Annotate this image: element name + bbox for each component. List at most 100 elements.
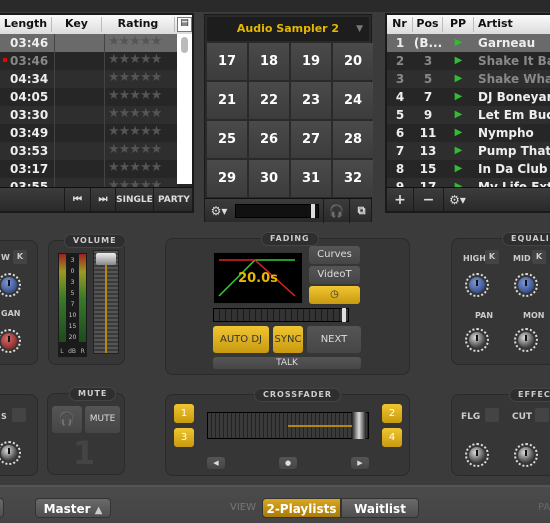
- effect-knob[interactable]: [0, 441, 21, 465]
- table-row[interactable]: 7 13 ▶ Pump That: [387, 142, 550, 160]
- column-nr[interactable]: Nr: [387, 17, 413, 32]
- scrollbar[interactable]: [177, 34, 192, 184]
- deck-4-button[interactable]: 4: [382, 428, 402, 447]
- view-2-playlists-button[interactable]: 2-Playlists: [262, 498, 341, 518]
- column-rating[interactable]: Rating: [102, 17, 175, 32]
- rating-stars[interactable]: ★★★★★: [104, 34, 174, 52]
- sampler-volume-slider[interactable]: [235, 204, 319, 218]
- column-pos[interactable]: Pos: [413, 17, 443, 32]
- play-icon[interactable]: ▶: [443, 73, 474, 84]
- left-cut-button[interactable]: [0, 498, 4, 518]
- skip-previous-icon[interactable]: ⏮: [64, 188, 90, 211]
- popout-icon[interactable]: ⧉: [349, 199, 373, 223]
- rating-stars[interactable]: ★★★★★: [104, 124, 174, 142]
- table-row[interactable]: 04:05 ★★★★★: [0, 88, 177, 106]
- deck-3-button[interactable]: 3: [174, 428, 194, 447]
- party-button[interactable]: PARTY: [153, 188, 192, 211]
- table-row[interactable]: 04:34 ★★★★★: [0, 70, 177, 88]
- mid-knob[interactable]: [514, 273, 538, 297]
- table-row[interactable]: 6 11 ▶ Nympho: [387, 124, 550, 142]
- table-row[interactable]: 03:46 ★★★★★: [0, 34, 177, 52]
- sampler-pad[interactable]: 27: [291, 121, 331, 158]
- deck-1-button[interactable]: 1: [174, 404, 194, 423]
- arrow-right-icon[interactable]: ▶: [351, 457, 369, 469]
- mute-button[interactable]: MUTE: [85, 406, 120, 433]
- rating-stars[interactable]: ★★★★★: [104, 160, 174, 178]
- fader-handle[interactable]: [96, 253, 116, 265]
- deck-2-button[interactable]: 2: [382, 404, 402, 423]
- table-row[interactable]: 03:49 ★★★★★: [0, 124, 177, 142]
- talk-button[interactable]: TALK: [213, 357, 361, 369]
- sampler-title[interactable]: Audio Sampler 2 ▼: [207, 17, 369, 41]
- sampler-pad[interactable]: 28: [333, 121, 373, 158]
- single-button[interactable]: SINGLE: [115, 188, 153, 211]
- table-row[interactable]: 5 9 ▶ Let Em Buck: [387, 106, 550, 124]
- gear-icon[interactable]: ⚙▾: [443, 188, 471, 211]
- rating-stars[interactable]: ★★★★★: [104, 88, 174, 106]
- sampler-pad[interactable]: 22: [249, 82, 289, 119]
- play-icon[interactable]: ▶: [443, 37, 474, 48]
- sampler-pad[interactable]: 21: [207, 82, 247, 119]
- dropdown-arrow-icon[interactable]: ▼: [356, 17, 363, 41]
- column-length[interactable]: Length: [0, 17, 52, 32]
- view-waitlist-button[interactable]: Waitlist: [341, 498, 419, 518]
- rating-stars[interactable]: ★★★★★: [104, 70, 174, 88]
- volume-fader[interactable]: [93, 250, 119, 354]
- rating-stars[interactable]: ★★★★★: [104, 142, 174, 160]
- effect-toggle[interactable]: [12, 408, 26, 422]
- center-icon[interactable]: ●: [279, 457, 297, 469]
- fade-time-slider[interactable]: [213, 308, 349, 322]
- clock-icon[interactable]: ◷: [309, 286, 360, 304]
- column-key[interactable]: Key: [52, 17, 102, 32]
- play-icon[interactable]: ▶: [443, 55, 474, 66]
- sampler-pad[interactable]: 30: [249, 160, 289, 197]
- headphones-icon[interactable]: 🎧: [52, 406, 82, 433]
- sampler-pad[interactable]: 19: [291, 43, 331, 80]
- remove-button[interactable]: −: [413, 188, 443, 211]
- rating-stars[interactable]: ★★★★★: [104, 52, 174, 70]
- column-pp[interactable]: PP: [443, 17, 474, 32]
- table-row[interactable]: 03:30 ★★★★★: [0, 106, 177, 124]
- flg-toggle[interactable]: [485, 408, 499, 422]
- sampler-pad[interactable]: 17: [207, 43, 247, 80]
- next-button[interactable]: NEXT: [307, 326, 361, 353]
- arrow-left-icon[interactable]: ◀: [207, 457, 225, 469]
- high-kill-button[interactable]: K: [485, 250, 499, 264]
- table-row[interactable]: 2 3 ▶ Shake It Bab: [387, 52, 550, 70]
- sampler-pad[interactable]: 25: [207, 121, 247, 158]
- table-row[interactable]: 8 15 ▶ In Da Club E: [387, 160, 550, 178]
- play-icon[interactable]: ▶: [443, 127, 474, 138]
- flg-knob[interactable]: [465, 443, 489, 467]
- gain-knob[interactable]: [0, 329, 21, 353]
- table-row[interactable]: 3 5 ▶ Shake What: [387, 70, 550, 88]
- cut-knob[interactable]: [514, 443, 538, 467]
- column-artist[interactable]: Artist: [474, 17, 550, 32]
- fade-curve-display[interactable]: 20.0s: [213, 252, 303, 304]
- play-icon[interactable]: ▶: [443, 109, 474, 120]
- rating-stars[interactable]: ★★★★★: [104, 106, 174, 124]
- cut-toggle[interactable]: [535, 408, 549, 422]
- crossfader-handle[interactable]: [352, 412, 366, 439]
- kill-button[interactable]: K: [13, 250, 27, 264]
- sampler-pad[interactable]: 29: [207, 160, 247, 197]
- table-row[interactable]: 03:46 ★★★★★: [0, 52, 177, 70]
- sampler-pad[interactable]: 23: [291, 82, 331, 119]
- mid-kill-button[interactable]: K: [532, 250, 546, 264]
- play-icon[interactable]: ▶: [443, 91, 474, 102]
- gear-icon[interactable]: ⚙▾: [205, 199, 233, 223]
- master-button[interactable]: Master ▲: [35, 498, 111, 518]
- sampler-pad[interactable]: 18: [249, 43, 289, 80]
- headphones-icon[interactable]: 🎧: [323, 199, 349, 223]
- sampler-pad[interactable]: 32: [333, 160, 373, 197]
- sampler-pad[interactable]: 24: [333, 82, 373, 119]
- play-icon[interactable]: ▶: [443, 163, 474, 174]
- sampler-pad[interactable]: 26: [249, 121, 289, 158]
- crossfader-slider[interactable]: [207, 412, 369, 439]
- skip-next-icon[interactable]: ⏭: [90, 188, 115, 211]
- auto-dj-button[interactable]: AUTO DJ: [213, 326, 269, 353]
- curves-button[interactable]: Curves: [309, 246, 360, 264]
- videot-button[interactable]: VideoT: [309, 266, 360, 284]
- table-row[interactable]: 03:53 ★★★★★: [0, 142, 177, 160]
- sampler-pad[interactable]: 20: [333, 43, 373, 80]
- column-chooser-icon[interactable]: ▤: [177, 17, 192, 32]
